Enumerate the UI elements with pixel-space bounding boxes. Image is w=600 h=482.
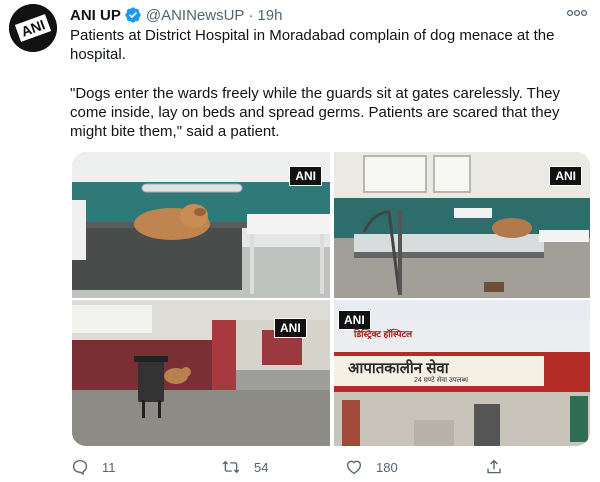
sign-line-1: डिस्ट्रिक्ट हॉस्पिटल xyxy=(354,329,413,339)
media-photo-ward-bed[interactable]: ANI xyxy=(334,152,590,298)
retweet-count: 54 xyxy=(254,459,269,475)
author-avatar[interactable]: ANI xyxy=(9,4,57,52)
sign-line-2: आपातकालीन सेवा xyxy=(348,360,449,377)
share-button[interactable] xyxy=(484,458,516,476)
share-icon xyxy=(487,459,501,474)
tweet-actions: 11 54 180 xyxy=(70,458,590,478)
retweet-icon xyxy=(222,460,240,474)
sign-line-3: 24 घण्टे सेवा उपलब्ध xyxy=(414,377,469,384)
more-options-icon[interactable] xyxy=(566,6,588,20)
ani-watermark: ANI xyxy=(274,318,307,338)
media-photo-hospital-sign[interactable]: ANI डिस्ट्रिक्ट हॉस्पिटल आपातकालीन सेवा … xyxy=(334,300,590,446)
tweet-text-paragraph-2: "Dogs enter the wards freely while the g… xyxy=(70,85,561,140)
verified-badge-icon xyxy=(125,7,141,23)
tweet-header: ANI UP @ANINewsUP · 19h xyxy=(70,6,282,24)
reply-count: 11 xyxy=(102,459,116,475)
like-icon xyxy=(346,460,362,475)
like-button[interactable]: 180 xyxy=(344,458,398,476)
ani-watermark: ANI xyxy=(289,166,322,186)
author-handle[interactable]: @ANINewsUP xyxy=(146,7,245,24)
reply-icon xyxy=(72,459,88,476)
reply-button[interactable]: 11 xyxy=(70,458,116,476)
separator: · xyxy=(248,6,254,24)
ani-watermark: ANI xyxy=(549,166,582,186)
retweet-button[interactable]: 54 xyxy=(220,458,268,476)
author-name[interactable]: ANI UP xyxy=(70,7,121,24)
like-count: 180 xyxy=(376,459,398,475)
ani-logo-icon: ANI xyxy=(9,4,57,52)
tweet-time[interactable]: 19h xyxy=(257,7,282,24)
tweet-text-paragraph-1: Patients at District Hospital in Moradab… xyxy=(70,27,555,63)
media-photo-dog-on-bed[interactable]: ANI xyxy=(72,152,330,298)
